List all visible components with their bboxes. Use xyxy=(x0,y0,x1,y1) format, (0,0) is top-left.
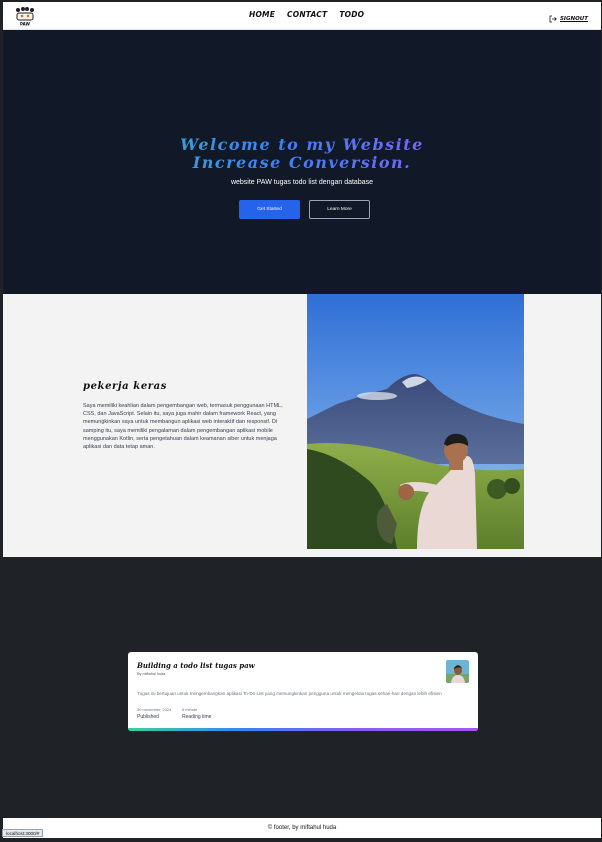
reading-time-meta: 5 minute Reading time xyxy=(182,707,211,720)
published-label: Published xyxy=(137,714,159,720)
about-section: pekerja keras Saya memiliki keahlian dal… xyxy=(3,294,601,557)
about-title: pekerja keras xyxy=(83,381,167,392)
card-author: By miftahul huda xyxy=(137,672,166,676)
footer-text: © footer, by miftahul huda xyxy=(267,825,337,831)
card-description: Tugas ini bertujuan untuk mengembangkan … xyxy=(137,691,442,696)
reading-time-label: Reading time xyxy=(182,714,212,720)
blog-section: Building a todo list tugas paw By miftah… xyxy=(3,557,601,818)
site-logo[interactable]: PAW xyxy=(13,6,37,27)
navbar: PAW HOME CONTACT TODO SIGNOUT xyxy=(3,2,601,30)
hero-section: Welcome to my Website Increase Conversio… xyxy=(3,30,601,294)
nav-link-contact[interactable]: CONTACT xyxy=(287,10,327,19)
hero-subtitle: website PAW tugas todo list dengan datab… xyxy=(230,179,374,186)
blog-card[interactable]: Building a todo list tugas paw By miftah… xyxy=(128,652,478,731)
about-text: Saya memiliki keahlian dalam pengembanga… xyxy=(83,403,283,451)
author-avatar xyxy=(446,660,469,683)
learn-more-button[interactable]: Learn More xyxy=(309,200,370,219)
get-started-button[interactable]: Get Started xyxy=(239,200,300,219)
signout-icon xyxy=(549,10,557,28)
published-meta: 30 november, 2024 Published xyxy=(137,707,171,720)
hero-title-line-1: Welcome to my Website xyxy=(180,135,424,154)
signout-button[interactable]: SIGNOUT xyxy=(549,10,588,28)
hero-title: Welcome to my Website Increase Conversio… xyxy=(3,136,601,172)
reading-time-value: 5 minute xyxy=(182,707,198,712)
signout-label: SIGNOUT xyxy=(559,16,588,22)
nav-links: HOME CONTACT TODO xyxy=(249,10,364,19)
profile-photo xyxy=(307,294,524,549)
published-date: 30 november, 2024 xyxy=(137,707,172,712)
card-title[interactable]: Building a todo list tugas paw xyxy=(137,661,255,670)
hero-title-line-2: Increase Conversion. xyxy=(192,153,412,172)
logo-text: PAW xyxy=(20,22,30,27)
footer: © footer, by miftahul huda xyxy=(3,818,601,838)
nav-link-todo[interactable]: TODO xyxy=(339,10,364,19)
browser-viewport: PAW HOME CONTACT TODO SIGNOUT Welcome to… xyxy=(0,0,602,842)
status-url: localhost:3000/# xyxy=(2,829,44,837)
nav-link-home[interactable]: HOME xyxy=(249,10,275,19)
page: PAW HOME CONTACT TODO SIGNOUT Welcome to… xyxy=(3,2,601,838)
card-gradient-bar xyxy=(128,728,478,731)
